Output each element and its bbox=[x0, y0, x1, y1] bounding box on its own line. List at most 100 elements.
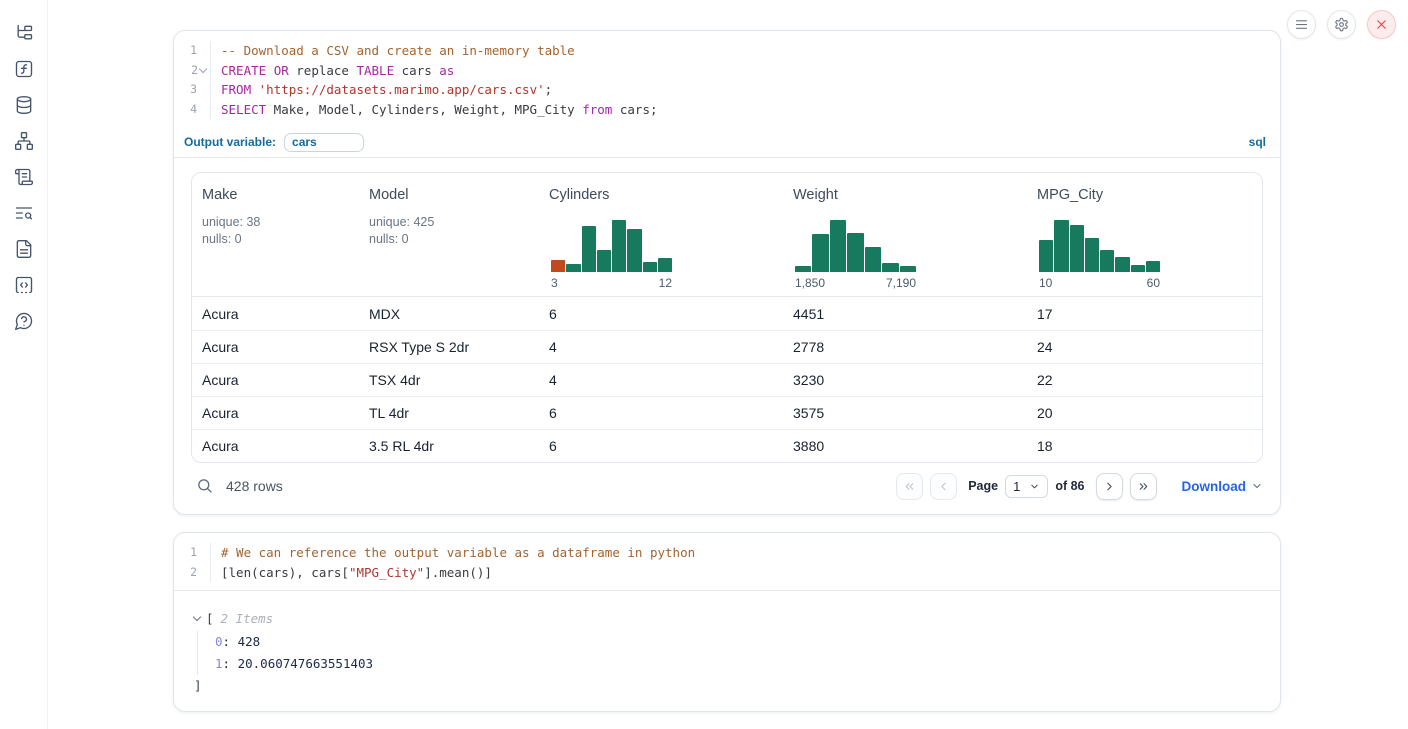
column-header: Cylinders312 bbox=[539, 173, 783, 296]
table-row[interactable]: AcuraMDX6445117 bbox=[192, 297, 1262, 330]
line-number: 2 bbox=[174, 61, 210, 81]
table-cell: 3880 bbox=[783, 438, 1027, 454]
sql-code-editor[interactable]: 1-- Download a CSV and create an in-memo… bbox=[174, 31, 1280, 127]
table-cell: 6 bbox=[539, 405, 783, 421]
datasources-icon[interactable] bbox=[14, 95, 34, 115]
table-cell: 2778 bbox=[783, 339, 1027, 355]
collapse-caret-icon[interactable] bbox=[193, 613, 201, 621]
histogram-bar[interactable] bbox=[830, 220, 846, 272]
items-count-label: 2 Items bbox=[221, 611, 274, 626]
hamburger-menu-icon bbox=[1294, 17, 1309, 32]
logs-icon[interactable] bbox=[14, 167, 34, 187]
histogram-bar[interactable] bbox=[882, 263, 898, 272]
histogram-bar[interactable] bbox=[566, 264, 580, 272]
histogram-bar[interactable] bbox=[1100, 250, 1114, 272]
first-page-button[interactable] bbox=[896, 473, 923, 500]
chevron-down-icon bbox=[1251, 480, 1263, 492]
row-count: 428 rows bbox=[226, 478, 283, 494]
code-text: FROM 'https://datasets.marimo.app/cars.c… bbox=[210, 80, 1280, 100]
python-editor[interactable]: 1# We can reference the output variable … bbox=[174, 533, 1280, 591]
chevron-down-icon bbox=[1029, 481, 1040, 492]
line-number: 2 bbox=[174, 563, 210, 583]
table-row[interactable]: AcuraTSX 4dr4323022 bbox=[192, 363, 1262, 396]
table-cell: 17 bbox=[1027, 306, 1262, 322]
table-cell: 4451 bbox=[783, 306, 1027, 322]
histogram-bar[interactable] bbox=[847, 233, 863, 272]
hamburger-menu-button[interactable] bbox=[1287, 10, 1316, 39]
column-name[interactable]: Cylinders bbox=[549, 187, 777, 203]
data-table-panel: Make unique: 38nulls: 0Modelunique: 425nu… bbox=[191, 172, 1263, 463]
histogram-bar[interactable] bbox=[900, 266, 916, 272]
documentation-icon[interactable] bbox=[14, 239, 34, 259]
column-header: Modelunique: 425nulls: 0 bbox=[359, 173, 539, 296]
sql-editor[interactable]: 1-- Download a CSV and create an in-memo… bbox=[174, 31, 1280, 158]
download-button[interactable]: Download bbox=[1182, 479, 1264, 494]
column-stats: unique: 38nulls: 0 bbox=[202, 214, 353, 248]
histogram-bar[interactable] bbox=[1039, 240, 1053, 272]
snippets-icon[interactable] bbox=[14, 275, 34, 295]
column-name[interactable]: Model bbox=[369, 187, 533, 203]
code-line[interactable]: 1-- Download a CSV and create an in-memo… bbox=[174, 41, 1280, 61]
file-explorer-icon[interactable] bbox=[14, 23, 34, 43]
code-line[interactable]: 4SELECT Make, Model, Cylinders, Weight, … bbox=[174, 100, 1280, 120]
settings-button[interactable] bbox=[1327, 10, 1356, 39]
python-code-editor[interactable]: 1# We can reference the output variable … bbox=[174, 533, 1280, 590]
column-histogram: 1060 bbox=[1039, 220, 1160, 290]
shutdown-button[interactable] bbox=[1367, 10, 1396, 39]
column-name[interactable]: Weight bbox=[793, 187, 1021, 203]
code-text: SELECT Make, Model, Cylinders, Weight, M… bbox=[210, 100, 1280, 120]
download-label: Download bbox=[1182, 479, 1247, 494]
prev-page-button[interactable] bbox=[930, 473, 957, 500]
output-variable-input[interactable] bbox=[284, 133, 364, 152]
help-icon[interactable] bbox=[14, 311, 34, 331]
table-cell: 6 bbox=[539, 306, 783, 322]
histogram-bar[interactable] bbox=[582, 226, 596, 272]
code-text: # We can reference the output variable a… bbox=[210, 543, 1280, 563]
code-text: CREATE OR replace TABLE cars as bbox=[210, 61, 1280, 81]
histogram-bar[interactable] bbox=[1070, 225, 1084, 272]
histogram-bar[interactable] bbox=[551, 260, 565, 272]
table-cell: Acura bbox=[192, 372, 359, 388]
code-text: [len(cars), cars["MPG_City"].mean()] bbox=[210, 563, 1280, 583]
dependency-graph-icon[interactable] bbox=[14, 131, 34, 151]
search-icon[interactable] bbox=[196, 477, 214, 495]
histogram-bar[interactable] bbox=[1131, 265, 1145, 272]
output-variable-row: Output variable: sql bbox=[174, 127, 1280, 157]
scratchpad-search-icon[interactable] bbox=[14, 203, 34, 223]
table-cell: TL 4dr bbox=[359, 405, 539, 421]
histogram-bar[interactable] bbox=[795, 266, 811, 272]
last-page-button[interactable] bbox=[1130, 473, 1157, 500]
fold-caret-icon[interactable] bbox=[199, 65, 207, 73]
histogram-bar[interactable] bbox=[1115, 257, 1129, 272]
tree-entry: 0: 428 bbox=[215, 631, 1280, 653]
histogram-bar[interactable] bbox=[612, 220, 626, 272]
column-name[interactable]: MPG_City bbox=[1037, 187, 1256, 203]
histogram-bar[interactable] bbox=[627, 229, 641, 272]
code-line[interactable]: 2[len(cars), cars["MPG_City"].mean()] bbox=[174, 563, 1280, 583]
code-line[interactable]: 1# We can reference the output variable … bbox=[174, 543, 1280, 563]
table-cell: 6 bbox=[539, 438, 783, 454]
histogram-bar[interactable] bbox=[812, 234, 828, 272]
code-line[interactable]: 3FROM 'https://datasets.marimo.app/cars.… bbox=[174, 80, 1280, 100]
next-page-button[interactable] bbox=[1096, 473, 1123, 500]
table-cell: 4 bbox=[539, 339, 783, 355]
column-name[interactable]: Make bbox=[202, 187, 353, 203]
histogram-bar[interactable] bbox=[865, 247, 881, 272]
page-select[interactable]: 1 bbox=[1005, 475, 1048, 498]
functions-icon[interactable] bbox=[14, 59, 34, 79]
code-line[interactable]: 2CREATE OR replace TABLE cars as bbox=[174, 61, 1280, 81]
gear-icon bbox=[1334, 17, 1349, 32]
table-row[interactable]: Acura3.5 RL 4dr6388018 bbox=[192, 429, 1262, 462]
table-cell: Acura bbox=[192, 339, 359, 355]
histogram-bar[interactable] bbox=[1146, 261, 1160, 272]
histogram-bar[interactable] bbox=[597, 250, 611, 272]
table-row[interactable]: AcuraTL 4dr6357520 bbox=[192, 396, 1262, 429]
histogram-bar[interactable] bbox=[643, 262, 657, 272]
histogram-bar[interactable] bbox=[1054, 220, 1068, 272]
histogram-bar[interactable] bbox=[658, 258, 672, 272]
table-row[interactable]: AcuraRSX Type S 2dr4277824 bbox=[192, 330, 1262, 363]
column-header: Make unique: 38nulls: 0 bbox=[192, 173, 359, 296]
histogram-bar[interactable] bbox=[1085, 238, 1099, 272]
output-variable-label: Output variable: bbox=[184, 135, 276, 149]
column-histogram: 1,8507,190 bbox=[795, 220, 916, 290]
